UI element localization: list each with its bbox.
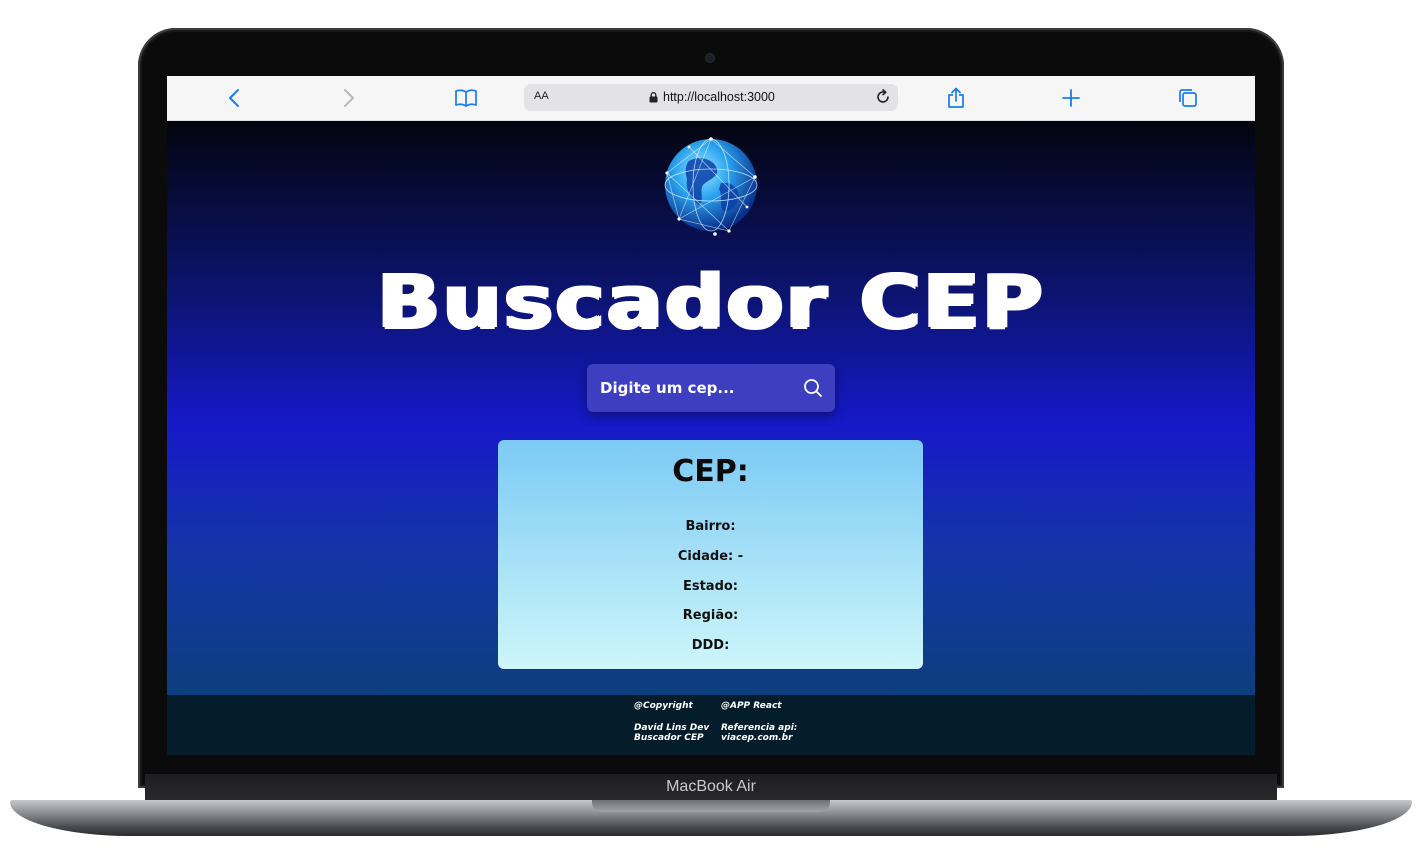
footer-text: Referencia api: [721,723,798,733]
field-regiao: Região: [682,608,739,623]
page-title: Buscador CEP [377,259,1045,345]
footer-heading: @Copyright [634,701,693,711]
device-label: MacBook Air [666,778,756,795]
share-button[interactable] [943,86,969,110]
forward-button[interactable] [336,86,362,110]
url-display[interactable]: http://localhost:3000 [649,90,775,104]
footer-text: Buscador CEP [634,733,704,743]
new-tab-button[interactable] [1058,86,1084,110]
screen: AA http://localhost:3000 Buscador CEP Di… [167,76,1255,755]
text-size-button[interactable]: AA [534,90,549,102]
field-estado: Estado: [682,579,739,594]
result-title: CEP: [672,454,749,489]
app-page: Buscador CEP CEP: Bairro: Cidade: - Esta… [167,121,1255,695]
search-icon[interactable] [802,377,824,399]
bookmarks-button[interactable] [453,86,479,110]
footer-col-app: @APP React Referencia api: viacep.com.br [721,701,797,743]
forward-icon [344,89,354,107]
globe-network-icon [664,137,758,236]
lock-icon [649,91,658,102]
address-bar[interactable]: AA http://localhost:3000 [524,84,898,111]
field-ddd: DDD: [691,638,730,653]
share-icon [948,87,964,108]
footer-text: David Lins Dev [634,723,710,733]
camera-icon [706,54,714,62]
tabs-button[interactable] [1175,86,1201,110]
tabs-icon [1179,89,1197,107]
footer-heading: @APP React [721,701,782,711]
field-cidade: Cidade: - [677,549,744,564]
bookmarks-icon [455,89,477,107]
new-tab-icon [1062,89,1080,107]
footer-col-copyright: @Copyright David Lins Dev Buscador CEP [634,701,709,743]
field-bairro: Bairro: [685,519,736,534]
cep-search-input[interactable] [587,364,787,412]
footer-link[interactable]: viacep.com.br [721,733,797,743]
back-button[interactable] [221,86,247,110]
browser-toolbar: AA http://localhost:3000 [167,76,1255,121]
search-box [587,364,835,412]
footer: @Copyright David Lins Dev Buscador CEP @… [167,695,1255,755]
url-text: http://localhost:3000 [663,90,775,104]
result-card: CEP: Bairro: Cidade: - Estado: Região: D… [498,440,923,669]
reload-icon [877,89,889,103]
reload-button[interactable] [874,88,892,110]
laptop-notch [592,800,830,812]
back-icon [229,89,239,107]
